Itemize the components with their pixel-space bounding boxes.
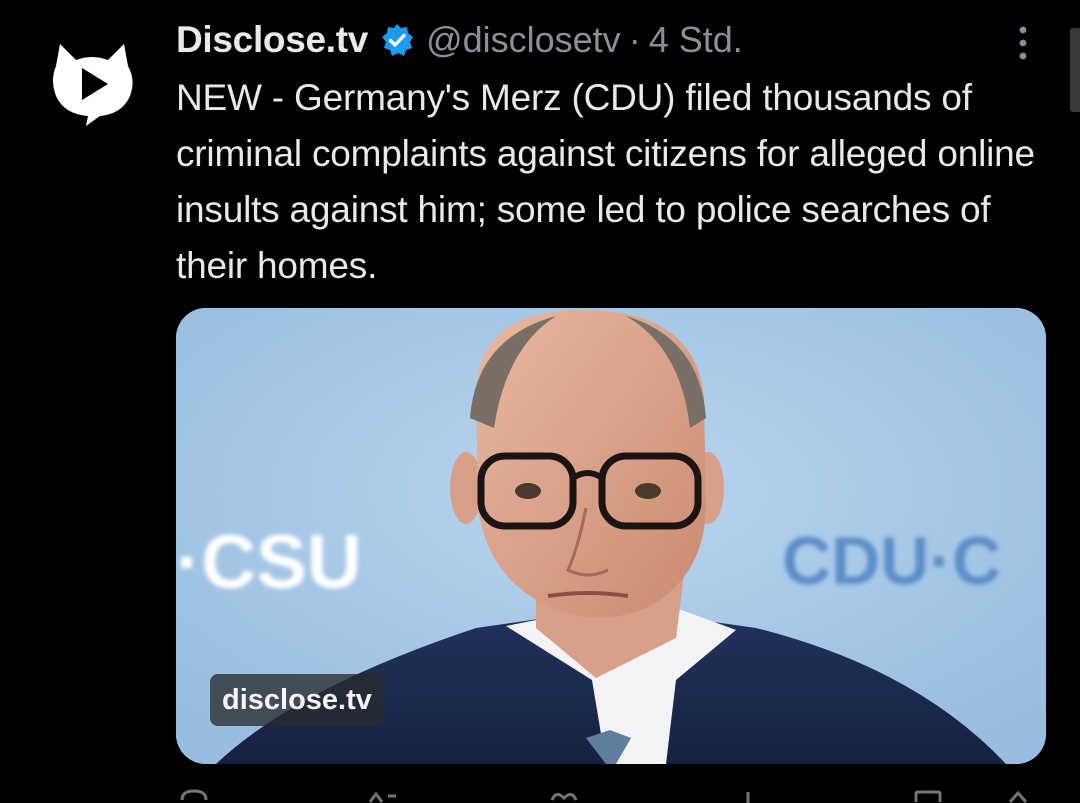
tweet-image[interactable]: ·CSU CDU·C disclose.tv [176, 308, 1046, 764]
tweet-text: NEW - Germany's Merz (CDU) filed thousan… [176, 77, 1035, 286]
timestamp[interactable]: 4 Std. [649, 19, 743, 61]
tweet-actions [176, 788, 1046, 803]
disclose-logo-icon [53, 44, 133, 126]
display-name[interactable]: Disclose.tv [176, 19, 368, 61]
separator-dot: · [628, 19, 641, 60]
more-vertical-icon [1019, 26, 1027, 60]
tweet-header: Disclose.tv @disclosetv · 4 Std. [176, 16, 743, 64]
backdrop-text-right: CDU·C [782, 523, 1001, 599]
like-button[interactable] [546, 788, 582, 803]
tweet[interactable]: Disclose.tv @disclosetv · 4 Std. NEW - G… [0, 0, 1080, 803]
bookmark-button[interactable] [910, 788, 946, 803]
share-button[interactable] [1000, 788, 1036, 803]
reply-button[interactable] [176, 788, 212, 803]
handle[interactable]: @disclosetv [426, 19, 621, 61]
views-button[interactable] [730, 788, 766, 803]
share-icon [1008, 790, 1028, 803]
more-options-button[interactable] [1008, 22, 1038, 66]
avatar[interactable] [46, 36, 138, 128]
reply-icon [180, 789, 208, 801]
media-source-label[interactable]: disclose.tv [210, 674, 384, 726]
like-icon [550, 793, 578, 801]
scrollbar-thumb[interactable] [1070, 28, 1080, 112]
backdrop-text-left: ·CSU [176, 520, 362, 605]
views-icon [746, 792, 750, 803]
retweet-icon [368, 791, 396, 803]
retweet-button[interactable] [362, 788, 398, 803]
verified-badge-icon [380, 23, 414, 57]
bookmark-icon [914, 790, 942, 802]
